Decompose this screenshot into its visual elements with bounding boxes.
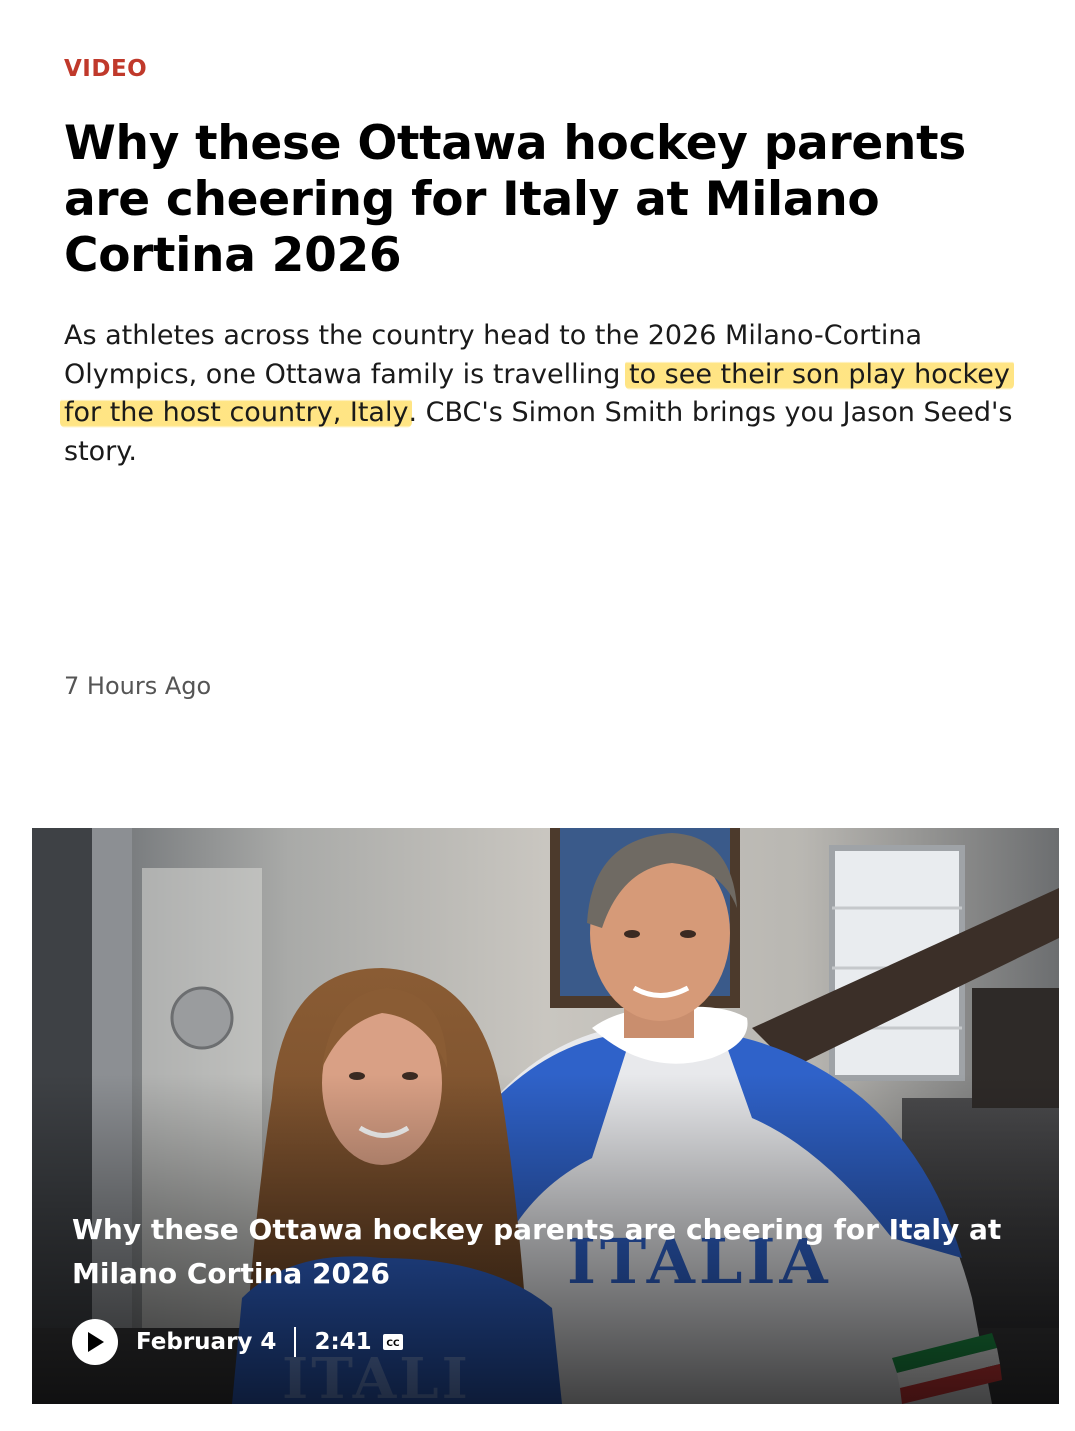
video-player-card[interactable]: ITALIA ITALI Why these Ottawa hockey par…	[32, 828, 1059, 1404]
category-label: VIDEO	[64, 56, 148, 82]
play-icon	[88, 1332, 104, 1352]
closed-captions-icon: CC	[382, 1333, 404, 1351]
meta-divider	[294, 1327, 297, 1357]
article-summary: As athletes across the country head to t…	[60, 317, 1049, 471]
video-duration: 2:41	[314, 1329, 372, 1355]
video-date: February 4	[136, 1329, 277, 1355]
play-button[interactable]	[72, 1319, 118, 1365]
cc-label: CC	[386, 1339, 400, 1349]
video-meta-row: February 4 2:41 CC	[72, 1319, 404, 1365]
publish-timestamp: 7 Hours Ago	[64, 672, 212, 700]
article-headline: Why these Ottawa hockey parents are chee…	[64, 116, 966, 283]
video-title[interactable]: Why these Ottawa hockey parents are chee…	[72, 1208, 1012, 1296]
